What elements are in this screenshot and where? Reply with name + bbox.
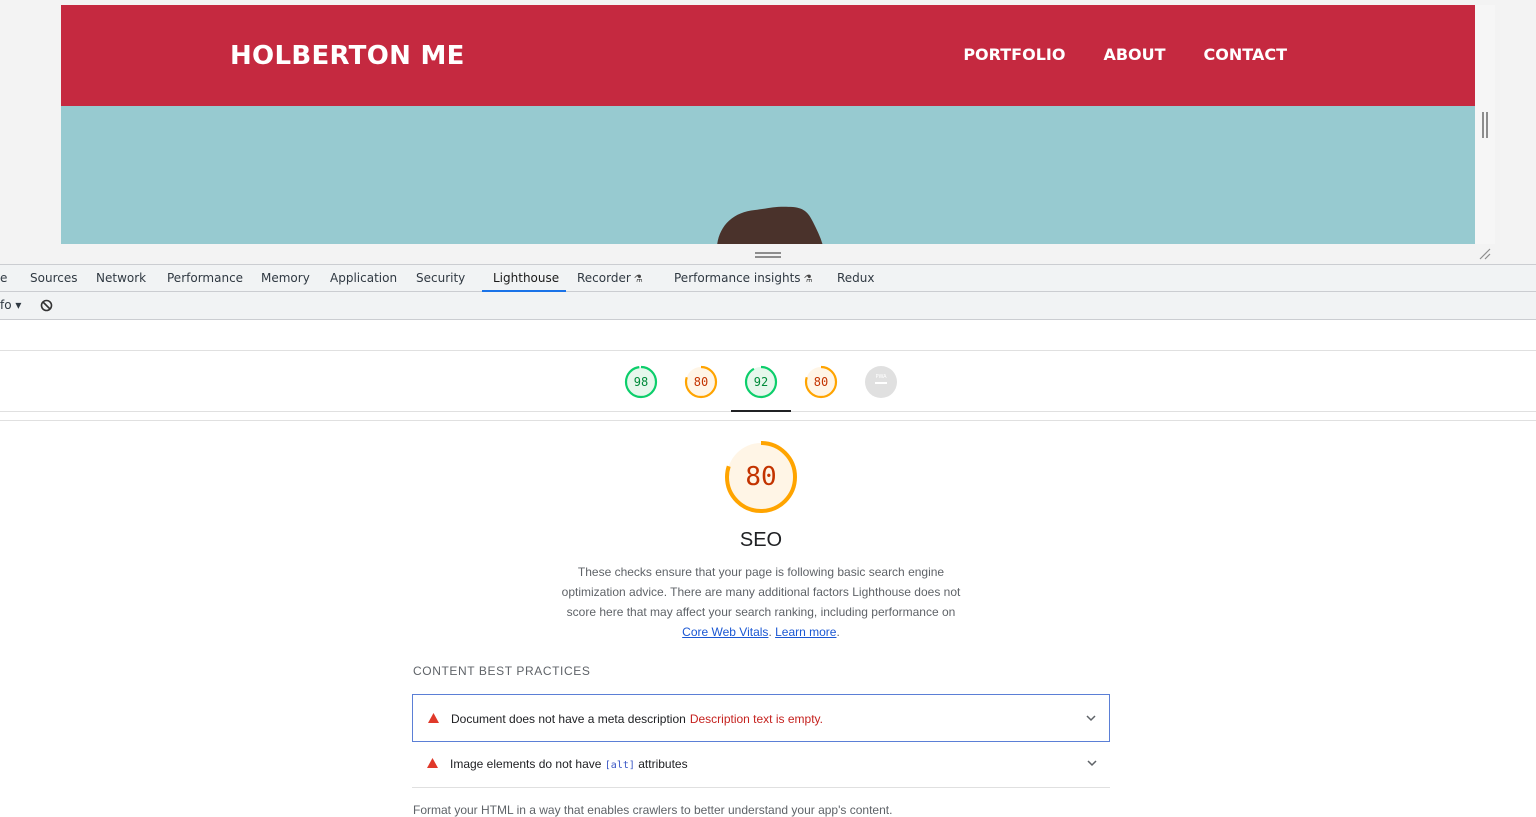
- audit-title-after: attributes: [638, 757, 688, 771]
- audit-warning-text: Description text is empty.: [689, 712, 823, 726]
- gauge-seo[interactable]: 80: [804, 365, 838, 399]
- nav-portfolio[interactable]: PORTFOLIO: [963, 45, 1065, 64]
- chevron-down-icon[interactable]: [1086, 759, 1098, 767]
- learn-more-link[interactable]: Learn more: [775, 625, 836, 639]
- devtools-panel: e Sources Network Performance Memory App…: [0, 264, 1536, 817]
- audit-title: Document does not have a meta descriptio…: [451, 712, 823, 726]
- nav-about[interactable]: ABOUT: [1103, 45, 1165, 64]
- chevron-down-icon[interactable]: [1085, 714, 1097, 722]
- hero-illustration: [717, 206, 823, 244]
- gauge-value: 80: [813, 375, 829, 389]
- tab-lighthouse[interactable]: Lighthouse: [482, 265, 566, 292]
- tab-performance-insights[interactable]: Performance insights ⚗: [674, 265, 813, 292]
- gauge-best-practices[interactable]: 92: [744, 365, 778, 399]
- tab-redux[interactable]: Redux: [837, 265, 875, 292]
- active-gauge-indicator: [731, 410, 791, 412]
- category-title: SEO: [739, 529, 783, 551]
- audit-image-alt[interactable]: Image elements do not have [alt] attribu…: [412, 740, 1110, 788]
- tab-security[interactable]: Security: [416, 265, 465, 292]
- warning-triangle-icon: [428, 713, 439, 723]
- tab-recorder[interactable]: Recorder ⚗: [577, 265, 643, 292]
- tab-memory[interactable]: Memory: [261, 265, 310, 292]
- site-nav: PORTFOLIO ABOUT CONTACT: [963, 45, 1287, 64]
- nav-contact[interactable]: CONTACT: [1204, 45, 1287, 64]
- seo-category: 80 SEO These checks ensure that your pag…: [0, 420, 1536, 817]
- category-description: These checks ensure that your page is fo…: [561, 565, 961, 639]
- tab-sources[interactable]: Sources: [30, 265, 77, 292]
- gauge-value: 80: [693, 375, 709, 389]
- score-gauges-row: 98 80 92 80 PWA: [0, 351, 1536, 412]
- pwa-badge-icon: PWA: [865, 366, 897, 398]
- category-score-value: 80: [745, 462, 777, 492]
- category-description-text: These checks ensure that your page is fo…: [561, 565, 961, 619]
- audit-group-description: Format your HTML in a way that enables c…: [413, 803, 893, 817]
- devtools-tab-strip: e Sources Network Performance Memory App…: [0, 264, 1536, 292]
- device-viewport-area: HOLBERTON ME PORTFOLIO ABOUT CONTACT: [0, 0, 1536, 264]
- pwa-badge-label: PWA: [875, 374, 887, 380]
- tab-recorder-label: Recorder: [577, 271, 631, 285]
- audit-title-before: Image elements do not have: [450, 757, 602, 771]
- hero-banner: [61, 106, 1475, 244]
- gauge-performance[interactable]: 98: [624, 365, 658, 399]
- corner-resize-icon[interactable]: [1478, 248, 1492, 260]
- lighthouse-toolbar: [0, 320, 1536, 351]
- console-toolbar: fo ▾: [0, 292, 1536, 320]
- tab-network[interactable]: Network: [96, 265, 146, 292]
- gauge-accessibility[interactable]: 80: [684, 365, 718, 399]
- warning-triangle-icon: [427, 758, 438, 768]
- gauge-pwa[interactable]: PWA: [864, 365, 898, 399]
- category-score-gauge: 80: [724, 440, 798, 514]
- flask-icon: ⚗: [633, 274, 643, 285]
- tab-performance-insights-label: Performance insights: [674, 271, 801, 285]
- site-logo[interactable]: HOLBERTON ME: [230, 41, 465, 71]
- tab-console-partial[interactable]: e: [0, 265, 7, 292]
- gauge-value: 92: [753, 375, 769, 389]
- audit-group-title: CONTENT BEST PRACTICES: [413, 664, 591, 678]
- tab-performance[interactable]: Performance: [167, 265, 243, 292]
- core-web-vitals-link[interactable]: Core Web Vitals: [682, 625, 768, 639]
- log-level-dropdown[interactable]: fo ▾: [0, 298, 21, 312]
- audit-title: Image elements do not have [alt] attribu…: [450, 757, 688, 771]
- emulated-page: HOLBERTON ME PORTFOLIO ABOUT CONTACT: [61, 5, 1475, 244]
- flask-icon: ⚗: [803, 274, 813, 285]
- tab-application[interactable]: Application: [330, 265, 397, 292]
- width-resize-handle[interactable]: [1482, 112, 1488, 138]
- gauge-value: 98: [633, 375, 649, 389]
- height-resize-handle[interactable]: [755, 252, 781, 258]
- site-header: HOLBERTON ME PORTFOLIO ABOUT CONTACT: [61, 5, 1475, 106]
- block-icon[interactable]: [40, 299, 53, 312]
- audit-title-code: [alt]: [604, 760, 635, 771]
- audit-meta-description[interactable]: Document does not have a meta descriptio…: [412, 694, 1110, 742]
- audit-title-text: Document does not have a meta descriptio…: [451, 712, 686, 726]
